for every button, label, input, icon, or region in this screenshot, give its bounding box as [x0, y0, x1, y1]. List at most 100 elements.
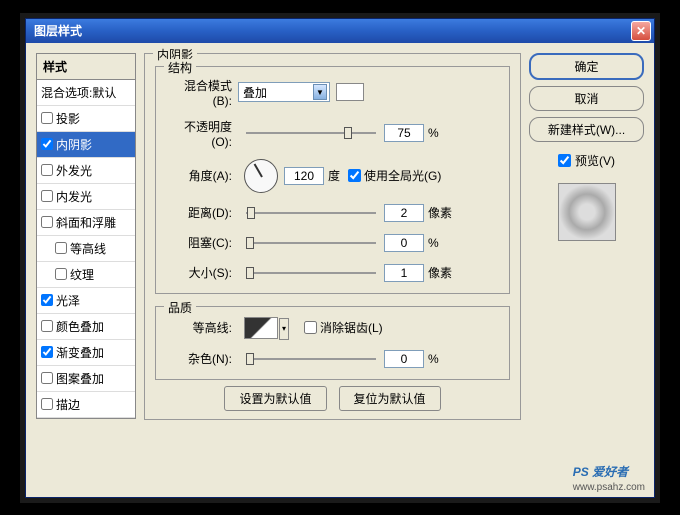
watermark: PS 爱好者 www.psahz.com: [573, 459, 645, 493]
noise-slider[interactable]: [246, 358, 376, 360]
opacity-label: 不透明度(O):: [166, 118, 238, 149]
contour-label: 等高线:: [166, 319, 238, 336]
angle-unit: 度: [328, 167, 340, 184]
opacity-unit: %: [428, 126, 439, 140]
reset-default-button[interactable]: 复位为默认值: [339, 386, 441, 411]
style-checkbox[interactable]: [41, 138, 53, 150]
styles-list: 混合选项:默认投影内阴影外发光内发光斜面和浮雕等高线纹理光泽颜色叠加渐变叠加图案…: [36, 80, 136, 419]
noise-label: 杂色(N):: [166, 350, 238, 367]
style-item[interactable]: 描边: [37, 392, 135, 418]
style-checkbox[interactable]: [41, 112, 53, 124]
angle-input[interactable]: [284, 167, 324, 185]
contour-picker[interactable]: ▾: [244, 317, 278, 339]
style-checkbox[interactable]: [41, 190, 53, 202]
slider-thumb[interactable]: [344, 127, 352, 139]
style-label: 内阴影: [56, 136, 92, 153]
style-checkbox[interactable]: [55, 268, 67, 280]
style-item[interactable]: 图案叠加: [37, 366, 135, 392]
global-light-input[interactable]: [348, 169, 361, 182]
structure-legend: 结构: [164, 59, 196, 76]
quality-group: 品质 等高线: ▾ 消除锯齿(L) 杂色(N):: [155, 306, 510, 380]
global-light-checkbox[interactable]: 使用全局光(G): [348, 167, 441, 184]
style-item[interactable]: 混合选项:默认: [37, 80, 135, 106]
style-label: 光泽: [56, 292, 80, 309]
preview-label: 预览(V): [575, 152, 615, 169]
blend-mode-value: 叠加: [243, 84, 267, 101]
choke-label: 阻塞(C):: [166, 234, 238, 251]
angle-dial[interactable]: [244, 159, 278, 193]
style-checkbox[interactable]: [41, 372, 53, 384]
slider-thumb[interactable]: [246, 353, 254, 365]
style-label: 描边: [56, 396, 80, 413]
new-style-button[interactable]: 新建样式(W)...: [529, 117, 644, 142]
global-light-label: 使用全局光(G): [364, 167, 441, 184]
style-label: 斜面和浮雕: [56, 214, 116, 231]
styles-header: 样式: [36, 53, 136, 80]
noise-input[interactable]: [384, 350, 424, 368]
angle-label: 角度(A):: [166, 167, 238, 184]
set-default-button[interactable]: 设置为默认值: [224, 386, 326, 411]
antialias-label: 消除锯齿(L): [320, 319, 383, 336]
opacity-slider[interactable]: [246, 132, 376, 134]
choke-slider[interactable]: [246, 242, 376, 244]
size-input[interactable]: [384, 264, 424, 282]
style-item[interactable]: 纹理: [37, 262, 135, 288]
style-checkbox[interactable]: [55, 242, 67, 254]
style-checkbox[interactable]: [41, 294, 53, 306]
preview-thumbnail: [558, 183, 616, 241]
preview-checkbox[interactable]: 预览(V): [529, 152, 644, 169]
style-item[interactable]: 内阴影: [37, 132, 135, 158]
style-checkbox[interactable]: [41, 216, 53, 228]
settings-column: 内阴影 结构 混合模式(B): 叠加 ▼ 不透明度(O):: [144, 53, 521, 487]
quality-legend: 品质: [164, 299, 196, 316]
style-label: 外发光: [56, 162, 92, 179]
noise-unit: %: [428, 352, 439, 366]
cancel-button[interactable]: 取消: [529, 86, 644, 111]
inner-shadow-panel: 内阴影 结构 混合模式(B): 叠加 ▼ 不透明度(O):: [144, 53, 521, 420]
style-checkbox[interactable]: [41, 398, 53, 410]
style-item[interactable]: 外发光: [37, 158, 135, 184]
close-icon: ✕: [636, 24, 646, 38]
size-slider[interactable]: [246, 272, 376, 274]
style-item[interactable]: 渐变叠加: [37, 340, 135, 366]
distance-slider[interactable]: [246, 212, 376, 214]
slider-thumb[interactable]: [247, 207, 255, 219]
layer-style-dialog: 图层样式 ✕ 样式 混合选项:默认投影内阴影外发光内发光斜面和浮雕等高线纹理光泽…: [25, 18, 655, 498]
style-item[interactable]: 投影: [37, 106, 135, 132]
blend-mode-label: 混合模式(B):: [166, 77, 238, 108]
size-label: 大小(S):: [166, 264, 238, 281]
opacity-input[interactable]: [384, 124, 424, 142]
style-label: 等高线: [70, 240, 106, 257]
style-item[interactable]: 内发光: [37, 184, 135, 210]
action-column: 确定 取消 新建样式(W)... 预览(V): [529, 53, 644, 487]
antialias-input[interactable]: [304, 321, 317, 334]
style-item[interactable]: 等高线: [37, 236, 135, 262]
style-checkbox[interactable]: [41, 164, 53, 176]
shadow-color-swatch[interactable]: [336, 83, 364, 101]
preview-input[interactable]: [558, 154, 571, 167]
slider-thumb[interactable]: [246, 237, 254, 249]
style-checkbox[interactable]: [41, 346, 53, 358]
chevron-down-icon: ▼: [313, 84, 327, 100]
style-checkbox[interactable]: [41, 320, 53, 332]
style-item[interactable]: 斜面和浮雕: [37, 210, 135, 236]
chevron-down-icon[interactable]: ▾: [279, 318, 289, 340]
slider-thumb[interactable]: [246, 267, 254, 279]
ok-button[interactable]: 确定: [529, 53, 644, 80]
titlebar: 图层样式 ✕: [26, 19, 654, 43]
size-unit: 像素: [428, 264, 452, 281]
style-label: 投影: [56, 110, 80, 127]
distance-input[interactable]: [384, 204, 424, 222]
style-item[interactable]: 颜色叠加: [37, 314, 135, 340]
blend-mode-select[interactable]: 叠加 ▼: [238, 82, 330, 102]
choke-input[interactable]: [384, 234, 424, 252]
style-label: 内发光: [56, 188, 92, 205]
style-label: 纹理: [70, 266, 94, 283]
distance-label: 距离(D):: [166, 204, 238, 221]
close-button[interactable]: ✕: [631, 21, 651, 41]
structure-group: 结构 混合模式(B): 叠加 ▼ 不透明度(O): %: [155, 66, 510, 294]
antialias-checkbox[interactable]: 消除锯齿(L): [304, 319, 383, 336]
style-item[interactable]: 光泽: [37, 288, 135, 314]
distance-unit: 像素: [428, 204, 452, 221]
window-title: 图层样式: [34, 22, 82, 39]
